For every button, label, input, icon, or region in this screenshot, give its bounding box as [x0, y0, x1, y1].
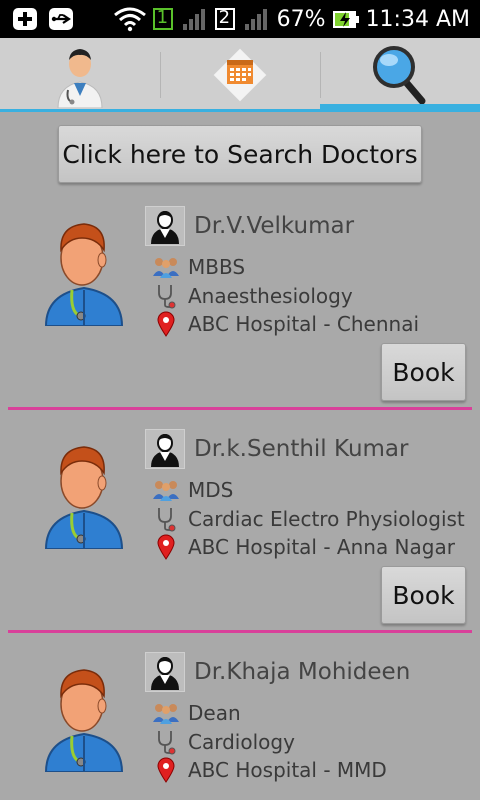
- signal1-icon: [182, 9, 205, 30]
- stethoscope-icon: [153, 729, 179, 755]
- sim1-indicator: 1: [152, 6, 175, 32]
- doctor-location: ABC Hospital - Anna Nagar: [188, 535, 455, 559]
- doctor-qualification: MBBS: [188, 255, 246, 279]
- magnifier-icon: [373, 46, 426, 105]
- doctor-name: Dr.V.Velkumar: [194, 213, 355, 239]
- search-doctors-button[interactable]: Click here to Search Doctors: [58, 125, 422, 183]
- doctor-icon: [57, 49, 103, 108]
- doctor-avatar: [44, 223, 124, 326]
- status-bar: 1 2 67% 11:34 AM: [0, 0, 480, 38]
- doctor-avatar: [44, 446, 124, 549]
- doctor-location: ABC Hospital - MMD: [188, 758, 387, 782]
- doctor-card: Dr.k.Senthil Kumar MDS Cardiac Electro P…: [0, 429, 480, 652]
- book-button[interactable]: Book: [381, 566, 466, 624]
- card-divider: [8, 407, 472, 410]
- doctor-specialty: Cardiac Electro Physiologist: [188, 507, 465, 531]
- book-button[interactable]: Book: [381, 343, 466, 401]
- doctor-name-icon: [145, 429, 185, 469]
- stethoscope-icon: [153, 283, 179, 309]
- doctor-qualification: Dean: [188, 701, 241, 725]
- tab-doctors[interactable]: [0, 38, 160, 112]
- wifi-icon: [113, 7, 146, 32]
- qualification-icon: [153, 254, 179, 280]
- doctor-qualification: MDS: [188, 478, 234, 502]
- signal2-icon: [244, 9, 267, 30]
- sim2-indicator: 2: [214, 6, 237, 32]
- location-pin-icon: [153, 311, 179, 337]
- location-pin-icon: [153, 534, 179, 560]
- qualification-icon: [153, 700, 179, 726]
- battery-percent: 67%: [276, 6, 326, 32]
- location-pin-icon: [153, 757, 179, 783]
- doctor-name-icon: [145, 652, 185, 692]
- tab-underline: [0, 109, 320, 112]
- doctor-card: Dr.V.Velkumar MBBS Anaesthesiology ABC H…: [0, 206, 480, 429]
- usb-icon: [49, 8, 73, 30]
- battery-charging-icon: [332, 11, 359, 28]
- clock: 11:34 AM: [365, 6, 470, 32]
- sim1-label: 1: [156, 7, 169, 28]
- doctor-specialty: Cardiology: [188, 730, 295, 754]
- active-tab-indicator: [320, 104, 480, 112]
- doctor-avatar: [44, 669, 124, 772]
- tab-appointments[interactable]: [160, 38, 320, 112]
- doctor-name: Dr.k.Senthil Kumar: [194, 436, 409, 462]
- doctor-name-icon: [145, 206, 185, 246]
- sim2-label: 2: [218, 7, 231, 28]
- doctor-name: Dr.Khaja Mohideen: [194, 659, 411, 685]
- add-notification-icon: [13, 8, 37, 30]
- stethoscope-icon: [153, 506, 179, 532]
- tab-search[interactable]: [320, 38, 480, 112]
- card-divider: [8, 630, 472, 633]
- qualification-icon: [153, 477, 179, 503]
- doctor-specialty: Anaesthesiology: [188, 284, 353, 308]
- doctor-card: Dr.Khaja Mohideen Dean Cardiology ABC Ho…: [0, 652, 480, 800]
- tab-bar: [0, 38, 480, 112]
- doctor-location: ABC Hospital - Chennai: [188, 312, 420, 336]
- calendar-icon: [212, 47, 268, 103]
